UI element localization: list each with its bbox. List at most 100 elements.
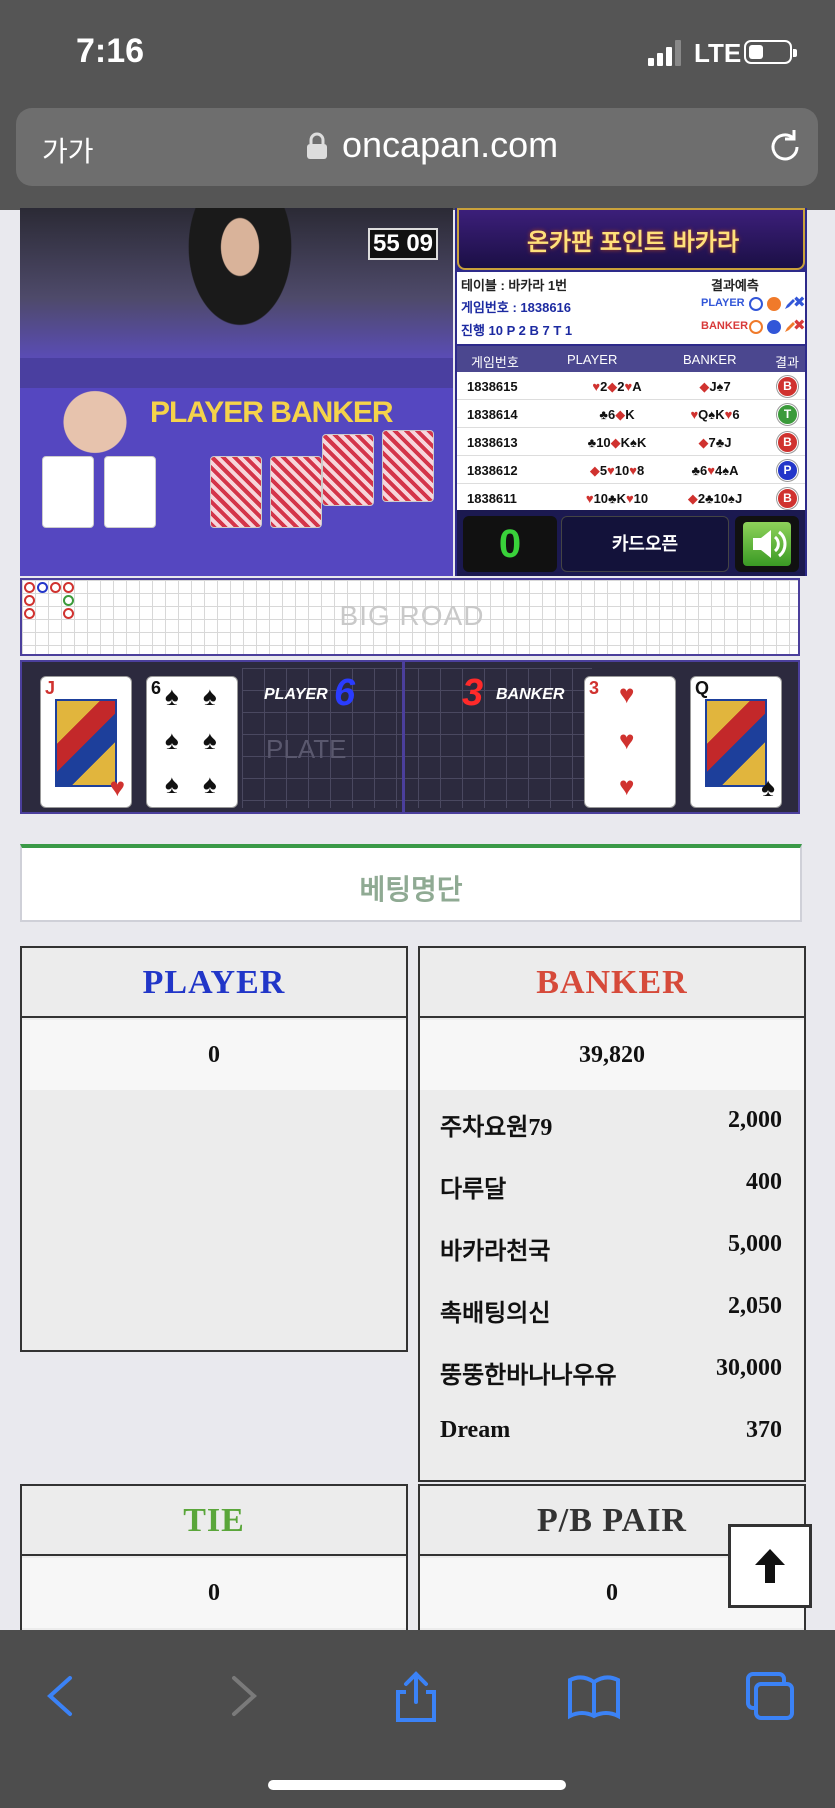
banker-card-2: Q ♠ xyxy=(690,676,782,808)
ghost-text: PLATE xyxy=(266,734,347,764)
table-row: 1838612 ◆5♥10♥8 ♣6♥4♠A P xyxy=(457,456,805,484)
chevron-left-icon[interactable] xyxy=(34,1670,90,1722)
video-card xyxy=(104,456,156,528)
url-domain[interactable]: oncapan.com xyxy=(342,124,558,166)
table-row: 1838614 ♣6◆K ♥Q♠K♥6 T xyxy=(457,400,805,428)
result-badge: B xyxy=(777,376,798,397)
big-road-label: BIG ROAD xyxy=(339,600,485,631)
sound-button[interactable] xyxy=(735,516,799,572)
speaker-icon xyxy=(753,530,787,558)
list-item: 주차요원79 2,000 xyxy=(440,1107,782,1141)
status-bar: 7:16 LTE xyxy=(0,0,835,110)
list-item: Dream 370 xyxy=(440,1417,782,1443)
video-card-back xyxy=(270,456,322,528)
panel-controls: 0 카드오픈 xyxy=(457,510,805,576)
results-header: 게임번호 PLAYER BANKER 결과 xyxy=(457,346,805,372)
road-mark xyxy=(24,608,35,619)
tabs-icon[interactable] xyxy=(742,1670,798,1722)
card-open-button[interactable]: 카드오픈 xyxy=(561,516,729,572)
game-info: 테이블 : 바카라 1번 게임번호 : 1838616 진행 10 P 2 B … xyxy=(457,272,806,344)
road-mark xyxy=(37,582,48,593)
countdown-display: 0 xyxy=(463,516,557,572)
result-badge: P xyxy=(777,460,798,481)
table-name: 테이블 : 바카라 1번 xyxy=(461,278,568,293)
road-mark xyxy=(24,582,35,593)
scroll-top-button[interactable] xyxy=(728,1524,812,1608)
result-badge: B xyxy=(777,432,798,453)
video-timer: 55 09 xyxy=(368,228,438,260)
list-item: 바카라천국 5,000 xyxy=(440,1231,782,1265)
player-bets-heading: PLAYER xyxy=(22,948,406,1018)
list-item: 뚱뚱한바나나우유 30,000 xyxy=(440,1355,782,1389)
player-label: PLAYER xyxy=(264,686,328,703)
battery-icon xyxy=(744,40,797,64)
player-score: 6 xyxy=(334,672,356,714)
share-icon[interactable] xyxy=(388,1670,444,1722)
clear-icon[interactable]: ✖ xyxy=(793,316,806,334)
table-text: PLAYER BANKER xyxy=(150,396,394,429)
tie-bets-heading: TIE xyxy=(22,1486,406,1556)
road-mark xyxy=(63,608,74,619)
table-row: 1838613 ♣10◆K♠K ◆7♣J B xyxy=(457,428,805,456)
betting-list-header: 베팅명단 xyxy=(20,844,802,922)
browser-toolbar xyxy=(0,1630,835,1808)
live-video: 55 09 PLAYER BANKER xyxy=(20,208,453,576)
tie-bets-table: TIE 0 xyxy=(20,1484,408,1644)
player-bets-table: PLAYER 0 xyxy=(20,946,408,1352)
prediction-banker-label: BANKER xyxy=(701,320,749,332)
brand-banner: 온카판 포인트 바카라 xyxy=(457,208,805,270)
home-indicator xyxy=(268,1780,566,1790)
banker-bets-list: 주차요원79 2,000 다루달 400 바카라천국 5,000 촉배팅의신 2… xyxy=(420,1090,804,1462)
game-number: 게임번호 : 1838616 xyxy=(461,300,572,315)
betting-list-title: 베팅명단 xyxy=(359,874,463,905)
player-bets-total: 0 xyxy=(22,1020,406,1090)
queen-face xyxy=(705,699,767,787)
dealer-image xyxy=(180,208,300,338)
result-badge: T xyxy=(777,404,798,425)
network-type: LTE xyxy=(694,38,742,68)
text-size-button[interactable]: 가가 xyxy=(42,130,94,170)
card-reveal: PLATE PLAYER 6 3 BANKER J ♥ 6 ♠ ♠ ♠ ♠ ♠ … xyxy=(20,660,800,814)
banker-bets-table: BANKER 39,820 주차요원79 2,000 다루달 400 바카라천국… xyxy=(418,946,806,1482)
results-table: 1838615 ♥2◆2♥A ◆J♠7 B 1838614 ♣6◆K ♥Q♠K♥… xyxy=(457,372,805,512)
banker-label: BANKER xyxy=(496,686,565,703)
signal-icon xyxy=(648,40,681,66)
dot-icon[interactable] xyxy=(767,320,781,334)
arrow-up-icon xyxy=(755,1549,785,1583)
lock-icon xyxy=(307,132,327,159)
road-mark xyxy=(50,582,61,593)
dot-icon[interactable] xyxy=(767,297,781,311)
browser-url-area: 가가 oncapan.com xyxy=(0,100,835,210)
table-row: 1838611 ♥10♣K♥10 ◆2♣10♠J B xyxy=(457,484,805,512)
banker-bets-heading: BANKER xyxy=(420,948,804,1018)
chevron-right-icon[interactable] xyxy=(214,1670,270,1722)
video-card-back xyxy=(382,430,434,502)
game-progress: 진행 10 P 2 B 7 T 1 xyxy=(461,323,573,338)
result-badge: B xyxy=(777,488,798,509)
video-card xyxy=(42,456,94,528)
results-panel: 온카판 포인트 바카라 테이블 : 바카라 1번 게임번호 : 1838616 … xyxy=(455,208,807,576)
circle-icon[interactable] xyxy=(749,297,763,311)
big-road: BIG ROAD xyxy=(20,578,800,656)
list-item: 촉배팅의신 2,050 xyxy=(440,1293,782,1327)
reload-icon[interactable] xyxy=(766,128,804,166)
jack-face xyxy=(55,699,117,787)
list-item: 다루달 400 xyxy=(440,1169,782,1203)
video-card-back xyxy=(322,434,374,506)
tie-bets-total: 0 xyxy=(22,1558,406,1628)
road-mark xyxy=(63,595,74,606)
table-row: 1838615 ♥2◆2♥A ◆J♠7 B xyxy=(457,372,805,400)
banker-bets-total: 39,820 xyxy=(420,1020,804,1090)
prediction-label: 결과예측 xyxy=(711,278,759,293)
banker-card-1: 3 ♥ ♥ ♥ xyxy=(584,676,676,808)
status-time: 7:16 xyxy=(76,32,145,70)
circle-icon[interactable] xyxy=(749,320,763,334)
prediction-player-label: PLAYER xyxy=(701,297,745,309)
player-card-2: 6 ♠ ♠ ♠ ♠ ♠ ♠ xyxy=(146,676,238,808)
video-card-back xyxy=(210,456,262,528)
book-icon[interactable] xyxy=(566,1670,622,1722)
clear-icon[interactable]: ✖ xyxy=(793,293,806,311)
banker-score: 3 xyxy=(462,672,484,714)
road-mark xyxy=(63,582,74,593)
address-bar[interactable]: 가가 oncapan.com xyxy=(16,108,818,186)
